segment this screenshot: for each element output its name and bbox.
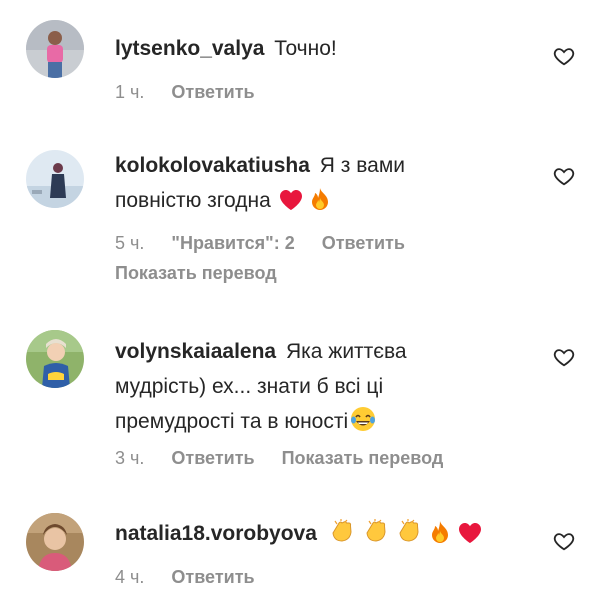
fire-icon [430, 520, 450, 555]
comment-meta: 3 ч. Ответить Показать перевод [115, 448, 465, 469]
comment-time: 1 ч. [115, 82, 145, 102]
comment-body-line2: повністю згодна [115, 189, 271, 212]
avatar[interactable] [26, 513, 84, 571]
fire-icon [310, 187, 330, 222]
avatar[interactable] [26, 20, 84, 78]
reply-button[interactable]: Ответить [171, 567, 254, 587]
reply-button[interactable]: Ответить [171, 82, 254, 102]
reply-button[interactable]: Ответить [322, 233, 405, 253]
clapping-hands-icon [363, 518, 389, 555]
comment-body-line2: мудрість) ех... знати б всі ці [115, 375, 384, 398]
comment-body: Точно! [274, 37, 337, 60]
likes-count[interactable]: "Нравится": 2 [171, 233, 294, 253]
comment-body-line3: премудрості та в юності [115, 410, 349, 433]
clapping-hands-icon [396, 518, 422, 555]
like-heart-icon[interactable] [553, 530, 575, 552]
reply-button[interactable]: Ответить [171, 448, 254, 468]
comment-text: kolokolovakatiusha Я з вами повністю зго… [115, 148, 545, 222]
comment-text: volynskaiaalena Яка життєва мудрість) ех… [115, 334, 545, 443]
red-heart-icon [279, 187, 303, 222]
comment-body-line1: Я з вами [319, 154, 405, 177]
show-translation-button[interactable]: Показать перевод [282, 448, 444, 468]
like-heart-icon[interactable] [553, 165, 575, 187]
face-with-tears-of-joy-icon [350, 406, 376, 443]
comment-time: 5 ч. [115, 233, 145, 253]
clapping-hands-icon [329, 518, 355, 555]
comment-username[interactable]: volynskaiaalena [115, 340, 276, 363]
comment-meta: 1 ч. Ответить [115, 82, 277, 103]
comment-meta: 5 ч. "Нравится": 2 Ответить [115, 233, 427, 254]
comment-body-line1: Яка життєва [285, 340, 407, 363]
comment-time: 3 ч. [115, 448, 145, 468]
comment-meta: 4 ч. Ответить [115, 567, 277, 588]
comment-text: lytsenko_valya Точно! [115, 31, 545, 66]
comment-username[interactable]: lytsenko_valya [115, 37, 264, 60]
avatar[interactable] [26, 150, 84, 208]
like-heart-icon[interactable] [553, 45, 575, 67]
avatar[interactable] [26, 330, 84, 388]
comment-text: natalia18.vorobyova [115, 516, 545, 555]
comment-username[interactable]: natalia18.vorobyova [115, 522, 317, 545]
show-translation-button[interactable]: Показать перевод [115, 263, 277, 284]
red-heart-icon [458, 520, 482, 555]
like-heart-icon[interactable] [553, 346, 575, 368]
comment-time: 4 ч. [115, 567, 145, 587]
comment-username[interactable]: kolokolovakatiusha [115, 154, 310, 177]
